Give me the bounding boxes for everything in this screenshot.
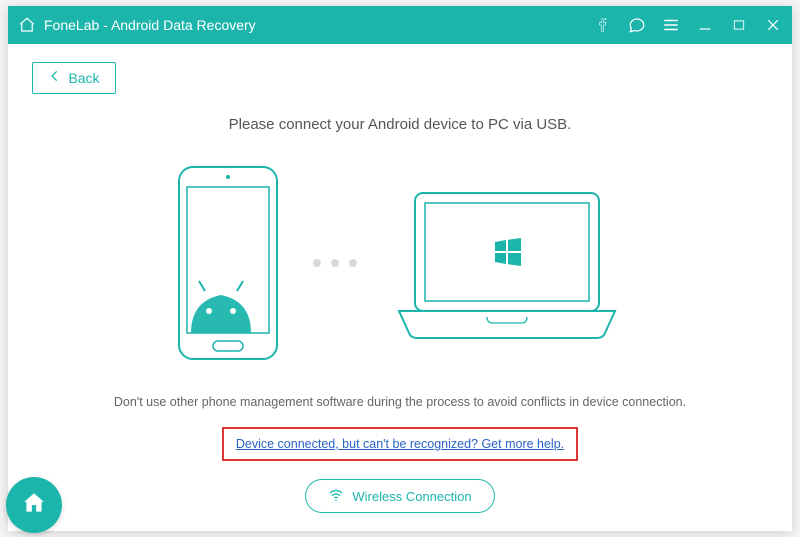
titlebar-right	[594, 16, 782, 34]
content-area: Back Please connect your Android device …	[8, 44, 792, 531]
wifi-icon	[328, 487, 344, 506]
wireless-connection-button[interactable]: Wireless Connection	[305, 479, 494, 513]
main-area: Please connect your Android device to PC…	[32, 94, 768, 513]
feedback-icon[interactable]	[628, 16, 646, 34]
laptop-icon	[387, 183, 627, 343]
minimize-icon[interactable]	[696, 16, 714, 34]
close-icon[interactable]	[764, 16, 782, 34]
titlebar: FoneLab - Android Data Recovery	[8, 6, 792, 44]
wireless-label: Wireless Connection	[352, 489, 471, 504]
help-link-highlight: Device connected, but can't be recognize…	[222, 427, 578, 461]
help-link[interactable]: Device connected, but can't be recognize…	[236, 437, 564, 451]
app-title: FoneLab - Android Data Recovery	[44, 17, 256, 33]
menu-icon[interactable]	[662, 16, 680, 34]
maximize-icon[interactable]	[730, 16, 748, 34]
back-label: Back	[68, 70, 99, 86]
connection-graphic	[173, 163, 627, 363]
phone-icon	[173, 163, 283, 363]
home-logo-icon	[18, 16, 36, 34]
back-arrow-icon	[48, 69, 62, 87]
instruction-text: Please connect your Android device to PC…	[229, 116, 572, 133]
home-button[interactable]	[6, 477, 62, 533]
facebook-icon[interactable]	[594, 16, 612, 34]
home-icon	[21, 490, 47, 521]
titlebar-left: FoneLab - Android Data Recovery	[18, 16, 594, 34]
app-window: FoneLab - Android Data Recovery	[8, 6, 792, 531]
connection-dots-icon	[313, 259, 357, 267]
warning-text: Don't use other phone management softwar…	[114, 395, 686, 409]
back-button[interactable]: Back	[32, 62, 116, 94]
